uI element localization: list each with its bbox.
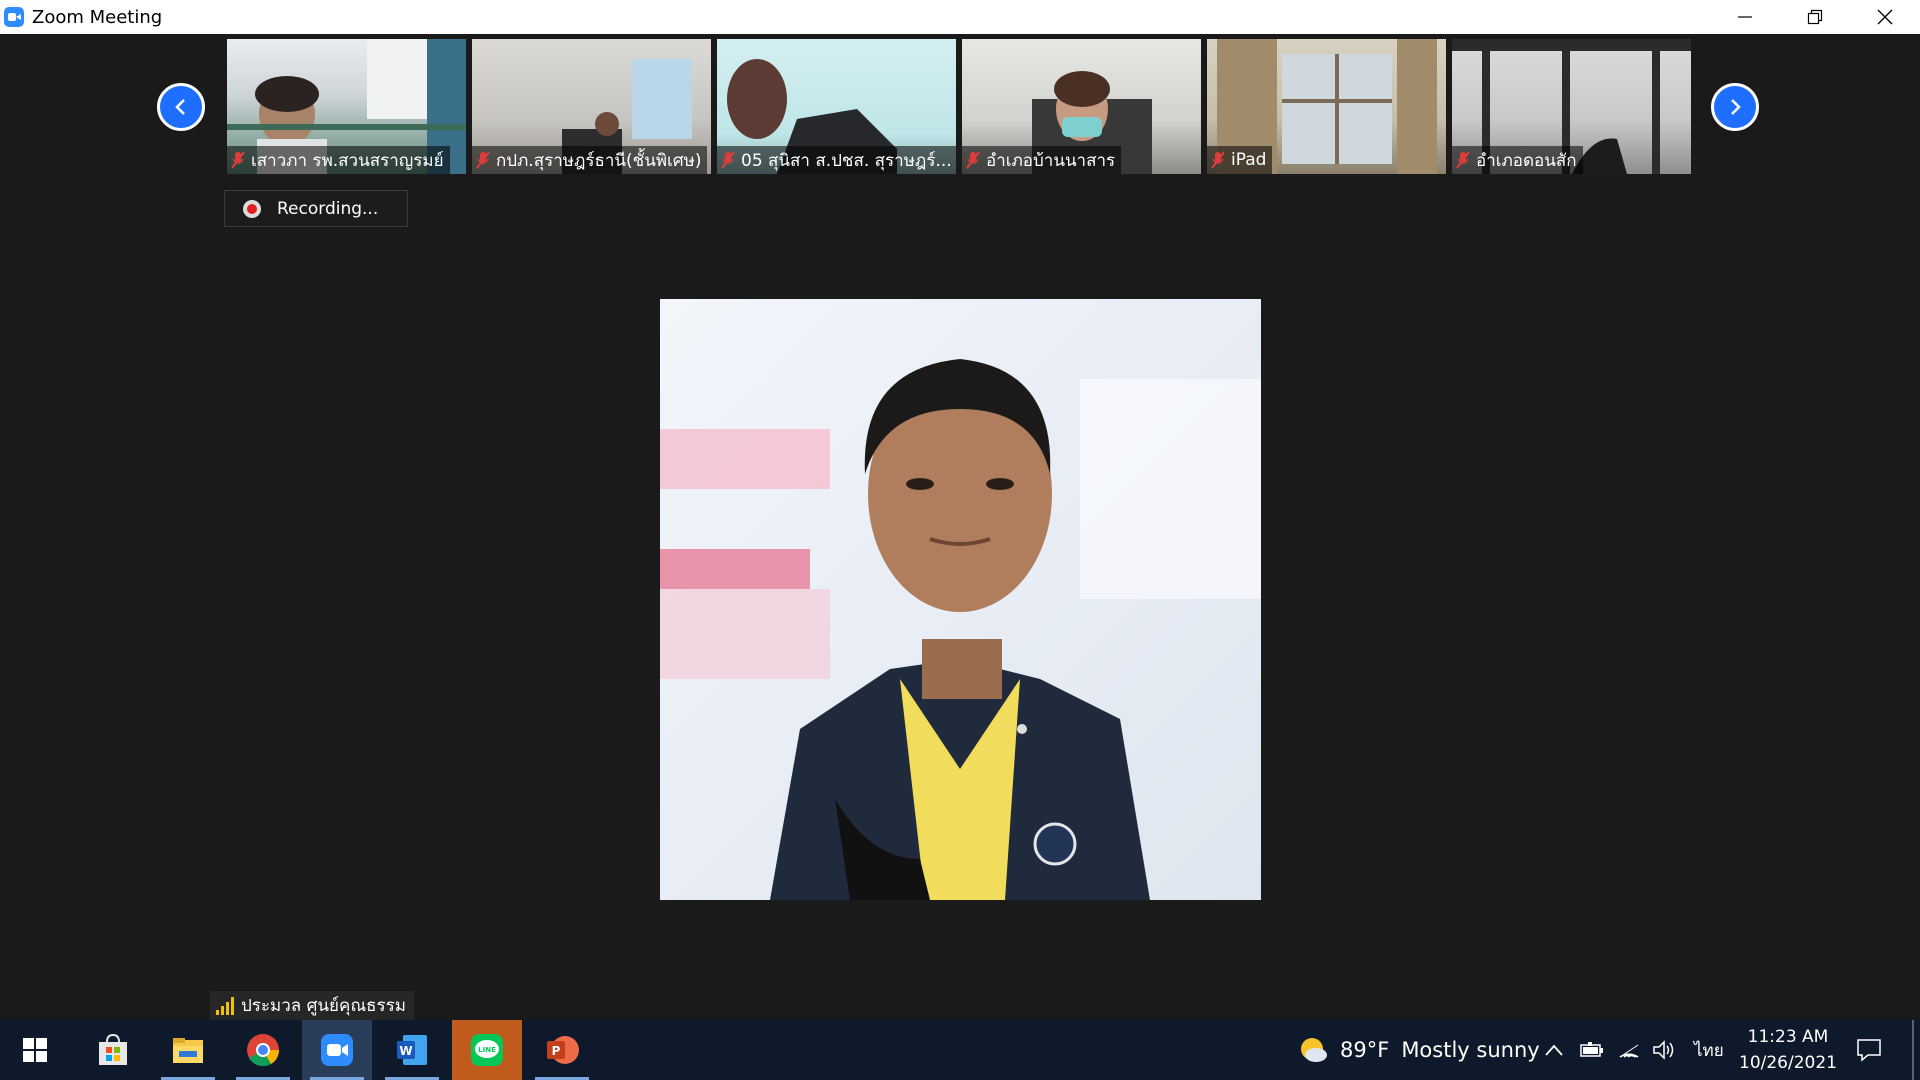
notification-icon (1857, 1039, 1881, 1062)
participant-name-label: กปภ.สุราษฎร์ธานี(ชั้นพิเศษ) (472, 146, 708, 174)
window-titlebar: Zoom Meeting (0, 0, 1920, 34)
partly-sunny-icon (1301, 1038, 1327, 1062)
participant-tile[interactable]: 05 สุนิสา ส.ปชส. สุราษฎร์... (717, 39, 956, 174)
clock-date: 10/26/2021 (1739, 1053, 1837, 1073)
weather-temperature: 89°F (1340, 1038, 1390, 1062)
svg-text:P: P (552, 1044, 561, 1058)
taskbar-chrome[interactable] (228, 1020, 298, 1080)
mic-muted-icon (966, 151, 980, 169)
mic-muted-icon (1211, 151, 1225, 169)
show-hidden-icons-button[interactable] (1544, 1020, 1564, 1080)
weather-condition: Mostly sunny (1401, 1038, 1540, 1062)
taskbar-word[interactable]: W (377, 1020, 447, 1080)
connection-strength-icon (216, 996, 234, 1015)
network-button[interactable] (1618, 1020, 1640, 1080)
speaker-icon (1653, 1040, 1674, 1060)
participant-tile[interactable]: อำเภอดอนสัก (1452, 39, 1691, 174)
next-page-button[interactable] (1711, 83, 1759, 131)
mic-muted-icon (476, 151, 490, 169)
participant-name-label: iPad (1207, 146, 1273, 174)
chevron-left-icon (175, 99, 185, 115)
chevron-up-icon (1545, 1044, 1563, 1056)
input-language: ไทย (1694, 1040, 1724, 1061)
active-speaker-label: ประมวล ศูนย์คุณธรรม (210, 991, 414, 1020)
line-icon: LINE (471, 1034, 503, 1066)
window-title: Zoom Meeting (32, 6, 163, 28)
close-button[interactable] (1850, 0, 1920, 34)
input-language-button[interactable]: ไทย (1694, 1020, 1724, 1080)
previous-page-button[interactable] (157, 83, 205, 131)
show-desktop-button[interactable] (1912, 1020, 1914, 1080)
word-icon: W (397, 1035, 427, 1065)
participant-tile[interactable]: กปภ.สุราษฎร์ธานี(ชั้นพิเศษ) (472, 39, 711, 174)
minimize-button[interactable] (1710, 0, 1780, 34)
taskbar-zoom[interactable] (302, 1020, 372, 1080)
active-speaker-name: ประมวล ศูนย์คุณธรรม (241, 996, 406, 1016)
speaker-photo (660, 359, 1261, 900)
taskbar-clock[interactable]: 11:23 AM 10/26/2021 (1732, 1024, 1844, 1076)
recording-icon (243, 199, 261, 218)
start-button[interactable] (0, 1020, 70, 1080)
svg-text:W: W (399, 1044, 412, 1058)
restore-icon (1807, 9, 1823, 25)
participant-name-label: 05 สุนิสา ส.ปชส. สุราษฎร์... (717, 146, 956, 174)
active-speaker-video[interactable] (660, 299, 1261, 900)
battery-icon (1580, 1042, 1603, 1057)
participant-name: iPad (1231, 150, 1267, 170)
restore-button[interactable] (1780, 0, 1850, 34)
zoom-app-icon (4, 7, 24, 27)
participant-name-label: อำเภอดอนสัก (1452, 146, 1583, 174)
wifi-icon (1619, 1044, 1639, 1058)
clock-time: 11:23 AM (1747, 1027, 1829, 1047)
minimize-icon (1738, 16, 1752, 18)
taskbar-store[interactable] (78, 1020, 148, 1080)
participant-name-label: อำเภอบ้านนาสาร (962, 146, 1122, 174)
mic-muted-icon (231, 151, 245, 169)
weather-widget[interactable]: 89°F Mostly sunny (1298, 1020, 1540, 1080)
participant-tile[interactable]: อำเภอบ้านนาสาร (962, 39, 1201, 174)
participant-name-label: เสาวภา รพ.สวนสราญรมย์ (227, 146, 450, 174)
chevron-right-icon (1731, 99, 1741, 115)
windows-logo-icon (23, 1038, 47, 1062)
close-icon (1877, 9, 1893, 25)
participant-tile[interactable]: iPad (1207, 39, 1446, 174)
taskbar-powerpoint[interactable]: P (527, 1020, 597, 1080)
participant-tile[interactable]: เสาวภา รพ.สวนสราญรมย์ (227, 39, 466, 174)
taskbar-file-explorer[interactable] (153, 1020, 223, 1080)
mic-muted-icon (721, 151, 735, 169)
svg-text:LINE: LINE (478, 1046, 496, 1054)
folder-icon (173, 1038, 203, 1063)
windows-taskbar: W LINE P 89°F Mostly sunny ไทย 11:23 AM … (0, 1020, 1920, 1080)
battery-button[interactable] (1580, 1020, 1604, 1080)
notifications-button[interactable] (1856, 1020, 1882, 1080)
window-controls (1710, 0, 1920, 34)
zoom-icon (321, 1034, 353, 1066)
recording-indicator[interactable]: Recording... (224, 190, 408, 227)
participant-name: อำเภอบ้านนาสาร (986, 150, 1116, 171)
volume-button[interactable] (1652, 1020, 1676, 1080)
participant-name: เสาวภา รพ.สวนสราญรมย์ (251, 150, 444, 171)
mic-muted-icon (1456, 151, 1470, 169)
chrome-icon (247, 1034, 280, 1067)
participant-name: อำเภอดอนสัก (1476, 150, 1577, 171)
store-icon (99, 1033, 127, 1065)
participant-name: 05 สุนิสา ส.ปชส. สุราษฎร์... (741, 150, 952, 171)
taskbar-line[interactable]: LINE (452, 1020, 522, 1080)
participant-name: กปภ.สุราษฎร์ธานี(ชั้นพิเศษ) (496, 150, 702, 171)
recording-label: Recording... (277, 198, 379, 219)
powerpoint-icon: P (547, 1036, 579, 1064)
